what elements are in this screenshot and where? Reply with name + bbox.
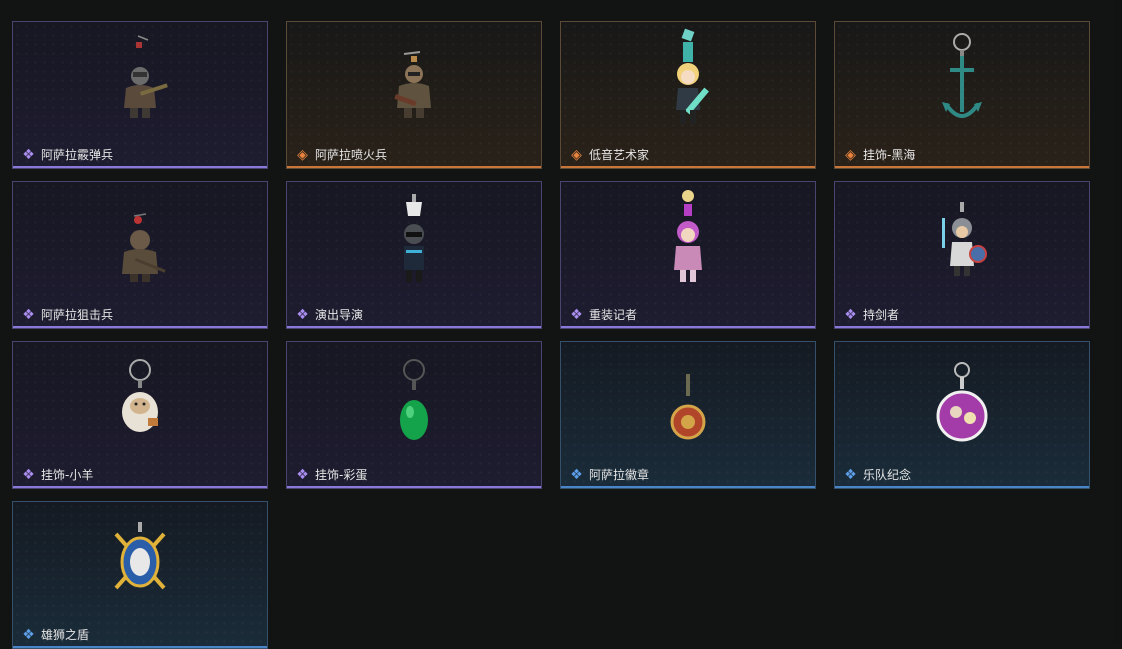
item-name: 挂饰-黑海 [863, 148, 916, 162]
show-director-icon [404, 194, 424, 282]
sheep-charm-icon [122, 359, 158, 432]
item-name: 演出导演 [315, 308, 364, 322]
item-name: 持剑者 [863, 308, 900, 322]
rarity-diamond-icon: ❖ [570, 307, 583, 323]
item-card[interactable]: ❖ 演出导演 [286, 181, 542, 329]
item-label: ◈ 挂饰-黑海 [843, 148, 915, 162]
item-card[interactable]: ❖ 挂饰-彩蛋 [286, 341, 542, 489]
sword-bearer-icon [942, 202, 987, 276]
scrollbar[interactable] [1114, 0, 1122, 643]
item-name: 阿萨拉徽章 [589, 468, 650, 482]
badge-charm-icon [670, 374, 706, 440]
item-name: 阿萨拉霰弹兵 [41, 148, 114, 162]
item-name: 阿萨拉喷火兵 [315, 148, 388, 162]
item-card[interactable]: ❖ 挂饰-小羊 [12, 341, 268, 489]
heavy-reporter-icon [674, 190, 702, 282]
item-name: 挂饰-彩蛋 [315, 468, 368, 482]
band-badge-icon [936, 362, 988, 442]
rarity-diamond-icon: ❖ [844, 467, 857, 483]
rarity-diamond-icon: ❖ [22, 467, 35, 483]
item-card[interactable]: ◈ 阿萨拉喷火兵 [286, 21, 542, 169]
item-card[interactable]: ❖ 乐队纪念 [834, 341, 1090, 489]
item-label: ❖ 雄狮之盾 [21, 628, 89, 642]
item-card[interactable]: ❖ 雄狮之盾 [12, 501, 268, 649]
item-label: ❖ 演出导演 [295, 308, 363, 322]
soldier-sniper-icon [122, 213, 166, 282]
rarity-diamond-icon: ◈ [845, 147, 856, 163]
item-name: 挂饰-小羊 [41, 468, 94, 482]
item-label: ◈ 低音艺术家 [569, 148, 649, 162]
item-label: ❖ 阿萨拉狙击兵 [21, 308, 113, 322]
item-name: 低音艺术家 [589, 148, 650, 162]
item-name: 乐队纪念 [863, 468, 912, 482]
item-name: 重装记者 [589, 308, 638, 322]
item-name: 阿萨拉狙击兵 [41, 308, 114, 322]
bass-artist-icon [676, 28, 709, 124]
rarity-diamond-icon: ◈ [571, 147, 582, 163]
item-label: ❖ 挂饰-小羊 [21, 468, 93, 482]
item-label: ❖ 重装记者 [569, 308, 637, 322]
item-card[interactable]: ◈ 挂饰-黑海 [834, 21, 1090, 169]
egg-charm-icon [400, 359, 428, 440]
rarity-diamond-icon: ◈ [297, 147, 308, 163]
item-name: 雄狮之盾 [41, 628, 90, 642]
item-label: ❖ 持剑者 [843, 308, 899, 322]
rarity-diamond-icon: ❖ [844, 307, 857, 323]
soldier-flamethrower-icon [394, 51, 431, 118]
rarity-diamond-icon: ❖ [22, 147, 35, 163]
rarity-diamond-icon: ❖ [296, 467, 309, 483]
item-label: ❖ 阿萨拉徽章 [569, 468, 649, 482]
item-card[interactable]: ❖ 重装记者 [560, 181, 816, 329]
anchor-charm-icon [942, 33, 982, 118]
item-card[interactable]: ❖ 持剑者 [834, 181, 1090, 329]
item-label: ◈ 阿萨拉喷火兵 [295, 148, 387, 162]
item-grid: ❖ 阿萨拉霰弹兵 ◈ 阿萨拉喷火兵 ◈ 低音艺术家 ◈ 挂饰-黑海 ❖ 阿萨拉狙… [12, 21, 1090, 649]
item-card[interactable]: ◈ 低音艺术家 [560, 21, 816, 169]
item-card[interactable]: ❖ 阿萨拉霰弹兵 [12, 21, 268, 169]
rarity-diamond-icon: ❖ [22, 627, 35, 643]
soldier-shotgun-icon [124, 35, 168, 118]
rarity-diamond-icon: ❖ [570, 467, 583, 483]
item-card[interactable]: ❖ 阿萨拉狙击兵 [12, 181, 268, 329]
item-label: ❖ 阿萨拉霰弹兵 [21, 148, 113, 162]
rarity-diamond-icon: ❖ [296, 307, 309, 323]
rarity-diamond-icon: ❖ [22, 307, 35, 323]
lion-shield-icon [114, 522, 166, 590]
item-card[interactable]: ❖ 阿萨拉徽章 [560, 341, 816, 489]
item-label: ❖ 挂饰-彩蛋 [295, 468, 367, 482]
item-label: ❖ 乐队纪念 [843, 468, 911, 482]
